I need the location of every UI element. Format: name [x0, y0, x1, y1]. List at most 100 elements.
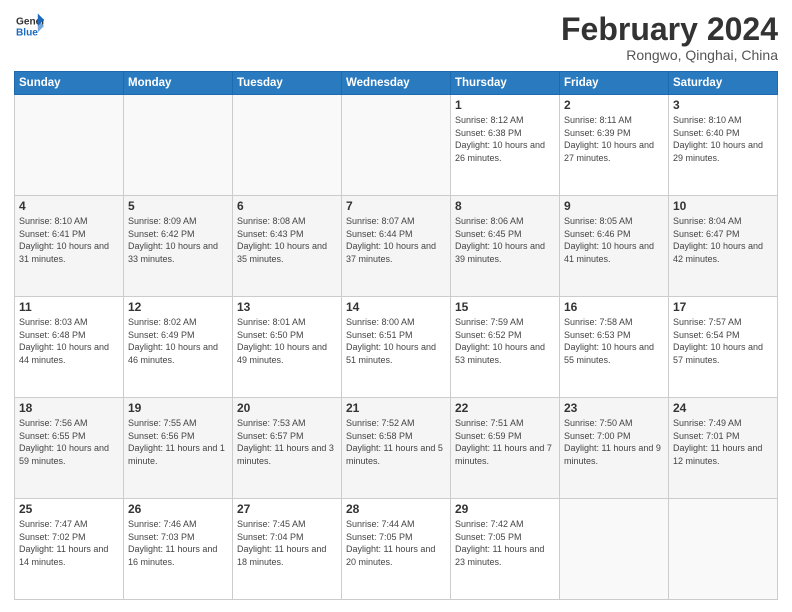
day-number: 16 [564, 300, 664, 314]
calendar-cell [15, 95, 124, 196]
calendar-cell: 23 Sunrise: 7:50 AM Sunset: 7:00 PM Dayli… [560, 398, 669, 499]
day-info: Sunrise: 8:06 AM Sunset: 6:45 PM Dayligh… [455, 215, 555, 265]
calendar-cell: 26 Sunrise: 7:46 AM Sunset: 7:03 PM Dayli… [124, 499, 233, 600]
day-info: Sunrise: 7:50 AM Sunset: 7:00 PM Dayligh… [564, 417, 664, 467]
calendar-cell: 18Sunrise: 7:56 AM Sunset: 6:55 PM Dayli… [15, 398, 124, 499]
day-number: 4 [19, 199, 119, 213]
logo: General Blue [14, 12, 44, 45]
header-wednesday: Wednesday [342, 72, 451, 95]
calendar-cell: 14Sunrise: 8:00 AM Sunset: 6:51 PM Dayli… [342, 297, 451, 398]
day-number: 24 [673, 401, 773, 415]
day-info: Sunrise: 8:02 AM Sunset: 6:49 PM Dayligh… [128, 316, 228, 366]
day-info: Sunrise: 8:07 AM Sunset: 6:44 PM Dayligh… [346, 215, 446, 265]
calendar-week-4: 18Sunrise: 7:56 AM Sunset: 6:55 PM Dayli… [15, 398, 778, 499]
calendar-cell: 28 Sunrise: 7:44 AM Sunset: 7:05 PM Dayli… [342, 499, 451, 600]
day-info: Sunrise: 8:03 AM Sunset: 6:48 PM Dayligh… [19, 316, 119, 366]
day-info: Sunrise: 8:01 AM Sunset: 6:50 PM Dayligh… [237, 316, 337, 366]
day-info: Sunrise: 7:45 AM Sunset: 7:04 PM Dayligh… [237, 518, 337, 568]
svg-text:Blue: Blue [16, 27, 38, 38]
header-sunday: Sunday [15, 72, 124, 95]
calendar-cell: 11 Sunrise: 8:03 AM Sunset: 6:48 PM Dayli… [15, 297, 124, 398]
day-info: Sunrise: 8:04 AM Sunset: 6:47 PM Dayligh… [673, 215, 773, 265]
calendar-cell: 25 Sunrise: 7:47 AM Sunset: 7:02 PM Dayli… [15, 499, 124, 600]
calendar-cell [342, 95, 451, 196]
day-number: 28 [346, 502, 446, 516]
weekday-header-row: Sunday Monday Tuesday Wednesday Thursday… [15, 72, 778, 95]
day-info: Sunrise: 7:52 AM Sunset: 6:58 PM Dayligh… [346, 417, 446, 467]
day-number: 2 [564, 98, 664, 112]
calendar-cell: 13 Sunrise: 8:01 AM Sunset: 6:50 PM Dayli… [233, 297, 342, 398]
day-number: 10 [673, 199, 773, 213]
day-number: 11 [19, 300, 119, 314]
calendar-cell: 5 Sunrise: 8:09 AM Sunset: 6:42 PM Daylig… [124, 196, 233, 297]
calendar-cell: 2 Sunrise: 8:11 AM Sunset: 6:39 PM Daylig… [560, 95, 669, 196]
calendar-week-2: 4Sunrise: 8:10 AM Sunset: 6:41 PM Daylig… [15, 196, 778, 297]
day-number: 18 [19, 401, 119, 415]
calendar-cell [233, 95, 342, 196]
calendar-cell: 16 Sunrise: 7:58 AM Sunset: 6:53 PM Dayli… [560, 297, 669, 398]
day-info: Sunrise: 7:57 AM Sunset: 6:54 PM Dayligh… [673, 316, 773, 366]
day-number: 23 [564, 401, 664, 415]
calendar-week-1: 1 Sunrise: 8:12 AM Sunset: 6:38 PM Daylig… [15, 95, 778, 196]
day-number: 12 [128, 300, 228, 314]
day-info: Sunrise: 8:10 AM Sunset: 6:40 PM Dayligh… [673, 114, 773, 164]
day-info: Sunrise: 8:00 AM Sunset: 6:51 PM Dayligh… [346, 316, 446, 366]
day-number: 1 [455, 98, 555, 112]
calendar-cell [124, 95, 233, 196]
month-title: February 2024 [561, 12, 778, 47]
day-info: Sunrise: 7:58 AM Sunset: 6:53 PM Dayligh… [564, 316, 664, 366]
header-thursday: Thursday [451, 72, 560, 95]
calendar-cell: 12 Sunrise: 8:02 AM Sunset: 6:49 PM Dayli… [124, 297, 233, 398]
logo-icon: General Blue [16, 12, 44, 40]
calendar-table: Sunday Monday Tuesday Wednesday Thursday… [14, 71, 778, 600]
calendar-cell: 17Sunrise: 7:57 AM Sunset: 6:54 PM Dayli… [669, 297, 778, 398]
day-number: 20 [237, 401, 337, 415]
calendar-cell: 3Sunrise: 8:10 AM Sunset: 6:40 PM Daylig… [669, 95, 778, 196]
day-info: Sunrise: 7:51 AM Sunset: 6:59 PM Dayligh… [455, 417, 555, 467]
day-info: Sunrise: 8:11 AM Sunset: 6:39 PM Dayligh… [564, 114, 664, 164]
calendar-cell: 21 Sunrise: 7:52 AM Sunset: 6:58 PM Dayli… [342, 398, 451, 499]
day-number: 26 [128, 502, 228, 516]
day-info: Sunrise: 8:09 AM Sunset: 6:42 PM Dayligh… [128, 215, 228, 265]
day-number: 25 [19, 502, 119, 516]
day-number: 7 [346, 199, 446, 213]
day-info: Sunrise: 8:12 AM Sunset: 6:38 PM Dayligh… [455, 114, 555, 164]
calendar-cell: 9Sunrise: 8:05 AM Sunset: 6:46 PM Daylig… [560, 196, 669, 297]
calendar-week-3: 11 Sunrise: 8:03 AM Sunset: 6:48 PM Dayli… [15, 297, 778, 398]
calendar-cell: 22 Sunrise: 7:51 AM Sunset: 6:59 PM Dayli… [451, 398, 560, 499]
day-info: Sunrise: 7:42 AM Sunset: 7:05 PM Dayligh… [455, 518, 555, 568]
day-info: Sunrise: 7:44 AM Sunset: 7:05 PM Dayligh… [346, 518, 446, 568]
day-number: 22 [455, 401, 555, 415]
location: Rongwo, Qinghai, China [561, 47, 778, 63]
day-info: Sunrise: 7:49 AM Sunset: 7:01 PM Dayligh… [673, 417, 773, 467]
header-friday: Friday [560, 72, 669, 95]
day-number: 13 [237, 300, 337, 314]
day-info: Sunrise: 8:08 AM Sunset: 6:43 PM Dayligh… [237, 215, 337, 265]
page: General Blue February 2024 Rongwo, Qingh… [0, 0, 792, 612]
calendar-cell [560, 499, 669, 600]
day-number: 29 [455, 502, 555, 516]
day-info: Sunrise: 8:05 AM Sunset: 6:46 PM Dayligh… [564, 215, 664, 265]
calendar-cell: 19Sunrise: 7:55 AM Sunset: 6:56 PM Dayli… [124, 398, 233, 499]
title-block: February 2024 Rongwo, Qinghai, China [561, 12, 778, 63]
header-monday: Monday [124, 72, 233, 95]
calendar-cell: 7 Sunrise: 8:07 AM Sunset: 6:44 PM Daylig… [342, 196, 451, 297]
day-number: 15 [455, 300, 555, 314]
calendar-cell: 8Sunrise: 8:06 AM Sunset: 6:45 PM Daylig… [451, 196, 560, 297]
day-info: Sunrise: 7:47 AM Sunset: 7:02 PM Dayligh… [19, 518, 119, 568]
calendar-cell: 10 Sunrise: 8:04 AM Sunset: 6:47 PM Dayli… [669, 196, 778, 297]
day-number: 21 [346, 401, 446, 415]
day-number: 5 [128, 199, 228, 213]
day-info: Sunrise: 7:46 AM Sunset: 7:03 PM Dayligh… [128, 518, 228, 568]
calendar-cell: 6Sunrise: 8:08 AM Sunset: 6:43 PM Daylig… [233, 196, 342, 297]
calendar-cell: 15 Sunrise: 7:59 AM Sunset: 6:52 PM Dayli… [451, 297, 560, 398]
day-info: Sunrise: 7:53 AM Sunset: 6:57 PM Dayligh… [237, 417, 337, 467]
header: General Blue February 2024 Rongwo, Qingh… [14, 12, 778, 63]
calendar-cell: 29 Sunrise: 7:42 AM Sunset: 7:05 PM Dayli… [451, 499, 560, 600]
calendar-cell: 27Sunrise: 7:45 AM Sunset: 7:04 PM Dayli… [233, 499, 342, 600]
calendar-cell: 1 Sunrise: 8:12 AM Sunset: 6:38 PM Daylig… [451, 95, 560, 196]
day-number: 19 [128, 401, 228, 415]
calendar-cell: 20 Sunrise: 7:53 AM Sunset: 6:57 PM Dayli… [233, 398, 342, 499]
day-info: Sunrise: 7:59 AM Sunset: 6:52 PM Dayligh… [455, 316, 555, 366]
header-saturday: Saturday [669, 72, 778, 95]
